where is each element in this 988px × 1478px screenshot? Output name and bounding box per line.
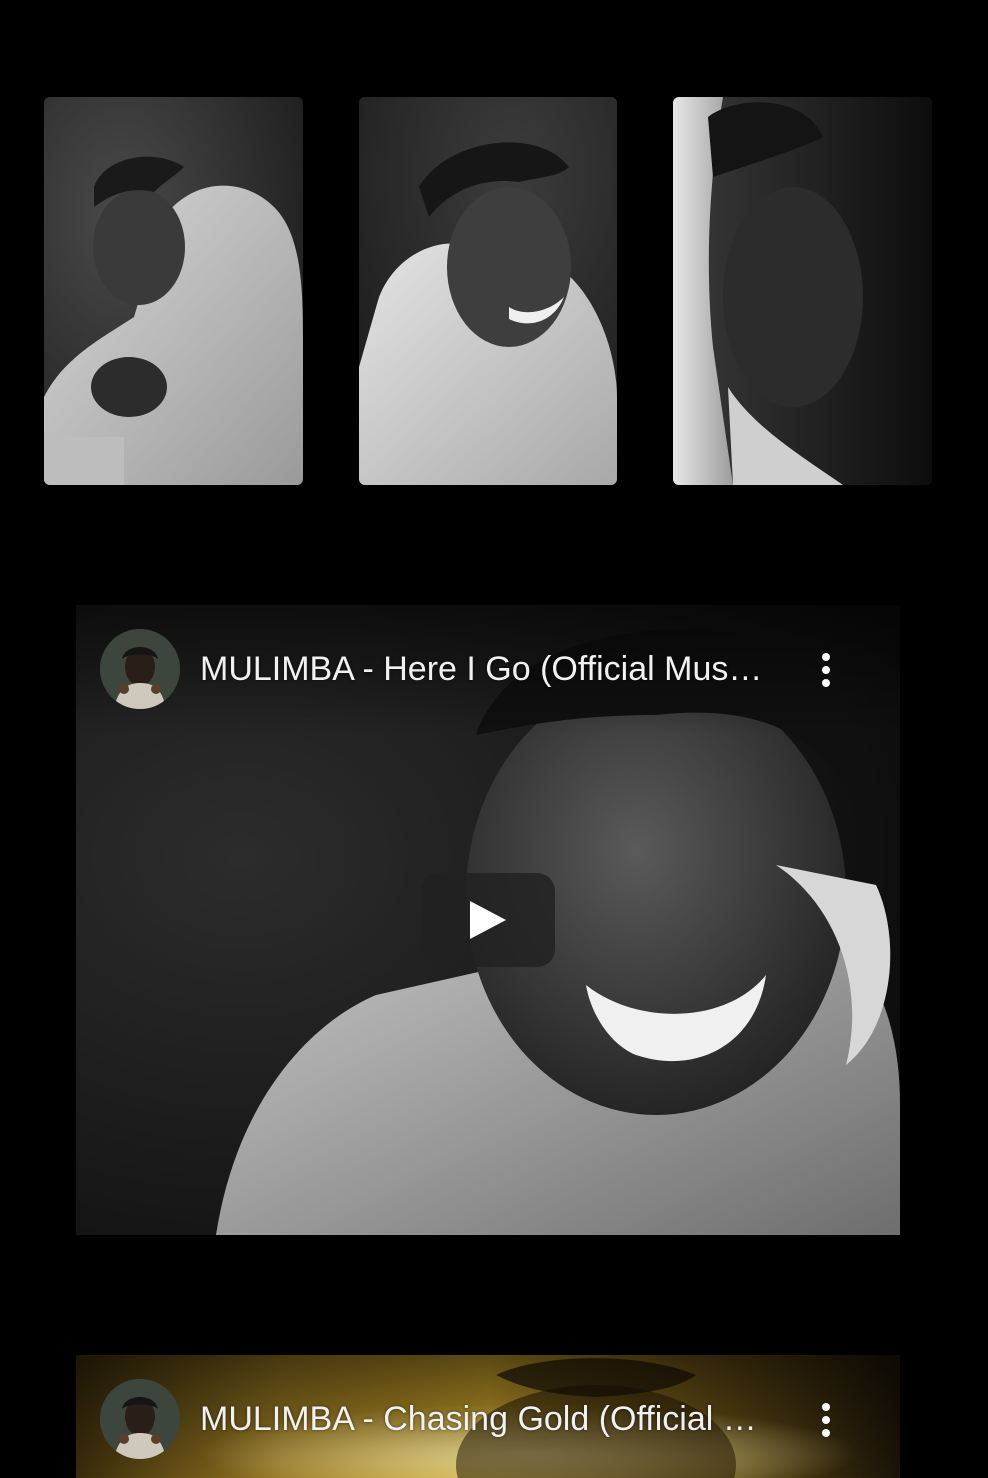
channel-avatar[interactable]	[100, 629, 180, 709]
play-icon	[470, 901, 506, 939]
play-button[interactable]	[421, 873, 555, 967]
menu-dot	[822, 1429, 830, 1437]
more-vertical-icon[interactable]	[810, 645, 842, 695]
menu-dot	[822, 1416, 830, 1424]
portrait-photo-icon	[673, 97, 932, 485]
photo-gallery	[44, 97, 932, 485]
gallery-photo-2[interactable]	[359, 97, 617, 485]
gallery-photo-1[interactable]	[44, 97, 303, 485]
avatar-image	[100, 629, 180, 709]
portrait-photo-icon	[359, 97, 617, 485]
avatar-image	[100, 1379, 180, 1459]
portrait-photo-icon	[44, 97, 303, 485]
video-header: MULIMBA - Chasing Gold (Official …	[76, 1355, 900, 1478]
channel-avatar[interactable]	[100, 1379, 180, 1459]
video-embed-here-i-go[interactable]: MULIMBA - Here I Go (Official Mus…	[76, 605, 900, 1235]
menu-dot	[822, 679, 830, 687]
video-header: MULIMBA - Here I Go (Official Mus…	[76, 605, 900, 735]
video-embed-chasing-gold[interactable]: MULIMBA - Chasing Gold (Official …	[76, 1355, 900, 1478]
video-title[interactable]: MULIMBA - Chasing Gold (Official …	[200, 1397, 774, 1441]
gallery-photo-3[interactable]	[673, 97, 932, 485]
video-title[interactable]: MULIMBA - Here I Go (Official Mus…	[200, 647, 774, 691]
menu-dot	[822, 666, 830, 674]
more-vertical-icon[interactable]	[810, 1395, 842, 1445]
menu-dot	[822, 1403, 830, 1411]
menu-dot	[822, 653, 830, 661]
